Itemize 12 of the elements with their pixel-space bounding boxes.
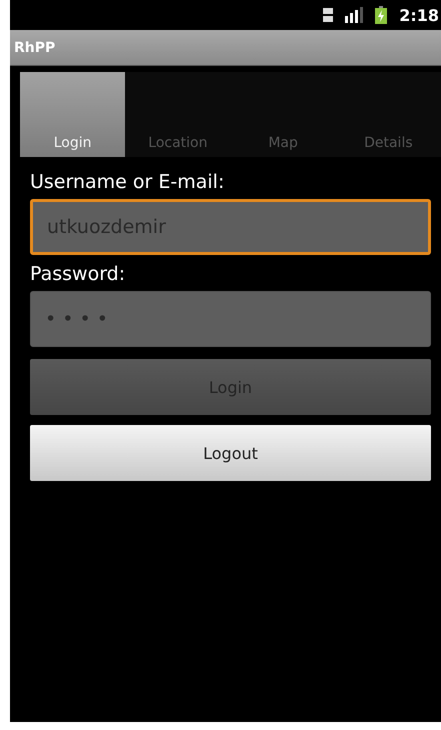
field-label: Password: [30, 263, 126, 285]
logout-button[interactable]: Logout [30, 425, 431, 481]
status-time: 2:18 [399, 6, 439, 24]
app-title: RhPP [14, 40, 56, 56]
signal-icon [345, 7, 364, 23]
tab[interactable]: Location [125, 72, 230, 157]
tab[interactable]: Details [336, 72, 441, 157]
battery-charging-icon [375, 6, 388, 24]
field-label: Username or E-mail: [30, 171, 226, 193]
tab[interactable]: Login [20, 72, 126, 157]
tab[interactable]: Map [230, 72, 336, 157]
network-type-icon [323, 7, 334, 23]
